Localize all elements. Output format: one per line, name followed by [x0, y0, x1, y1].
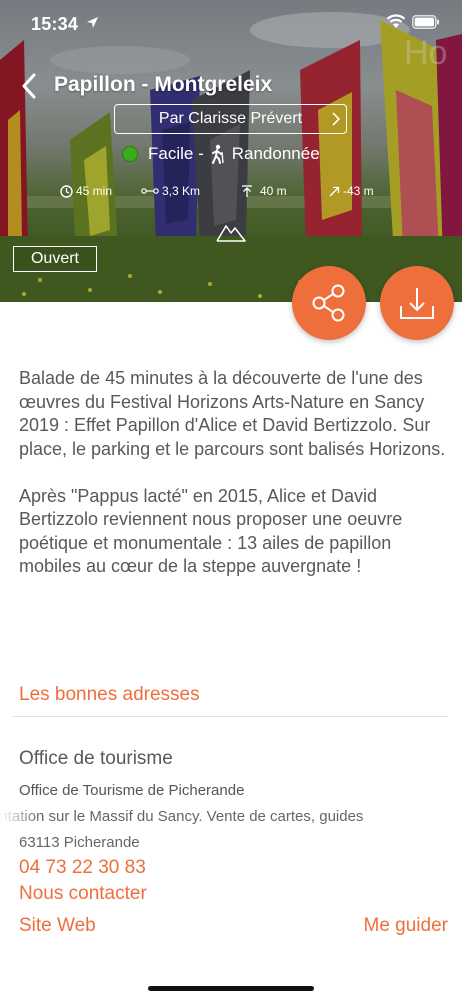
- stat-ascent: 40 m: [241, 184, 287, 198]
- clock-icon: [60, 184, 73, 198]
- ascent-value: 40 m: [260, 184, 287, 198]
- ascent-icon: [242, 184, 252, 197]
- difficulty-row: Facile - Randonnée: [122, 144, 320, 164]
- office-name: Office de Tourisme de Picherande: [19, 782, 245, 799]
- stat-descent: -43 m: [329, 184, 374, 198]
- share-icon: [312, 284, 345, 322]
- author-prefix: Par: [158, 110, 184, 127]
- status-bar: 15:34: [0, 0, 462, 48]
- chevron-right-icon: [332, 112, 340, 126]
- distance-value: 3,3 Km: [162, 184, 201, 198]
- office-description-ticker: entation sur le Massif du Sancy. Vente d…: [0, 808, 440, 830]
- stat-duration: 45 min: [60, 184, 112, 198]
- duration-value: 45 min: [76, 184, 113, 198]
- divider: [12, 716, 448, 717]
- clock: 15:34: [31, 14, 79, 34]
- back-button[interactable]: [14, 70, 44, 102]
- download-icon: [400, 288, 434, 319]
- descent-value: -43 m: [343, 184, 374, 198]
- difficulty-dot-icon: [122, 146, 138, 162]
- mountains-icon: [216, 224, 246, 242]
- guide-me-link[interactable]: Me guider: [364, 915, 449, 937]
- trail-description: Balade de 45 minutes à la découverte de …: [19, 367, 449, 579]
- page-title: Papillon - Montgreleix: [54, 73, 273, 96]
- download-button[interactable]: [380, 266, 454, 340]
- author-name: Clarisse Prévert: [188, 110, 303, 127]
- contact-link[interactable]: Nous contacter: [19, 883, 147, 905]
- description-paragraph: Balade de 45 minutes à la découverte de …: [19, 368, 446, 459]
- battery-icon: [412, 14, 439, 29]
- stat-distance: 3,3 Km: [141, 184, 200, 198]
- description-paragraph: Après "Pappus lacté" en 2015, Alice et D…: [19, 485, 403, 577]
- activity-label: Randonnée: [231, 144, 320, 163]
- office-category: Office de tourisme: [19, 748, 173, 769]
- hero-banner: Ho 15:34 Papillon - Montgreleix Par Clar…: [0, 0, 462, 302]
- hiker-icon: [211, 144, 224, 164]
- chevron-left-icon: [22, 73, 36, 99]
- location-arrow-icon: [87, 17, 98, 28]
- stats-row: 45 min 3,3 Km 40 m -43 m: [0, 184, 462, 202]
- website-link[interactable]: Site Web: [19, 915, 96, 937]
- phone-link[interactable]: 04 73 22 30 83: [19, 857, 146, 879]
- author-button[interactable]: Par Clarisse Prévert: [114, 104, 347, 134]
- status-badge: Ouvert: [13, 246, 97, 272]
- home-indicator[interactable]: [148, 986, 314, 991]
- descent-icon: [329, 186, 340, 196]
- good-addresses-title: Les bonnes adresses: [19, 684, 200, 705]
- wifi-icon: [386, 14, 406, 28]
- difficulty-label: Facile -: [148, 144, 204, 163]
- office-description: entation sur le Massif du Sancy. Vente d…: [0, 808, 364, 825]
- distance-icon: [141, 188, 159, 194]
- office-address: 63113 Picherande: [19, 834, 140, 851]
- share-button[interactable]: [292, 266, 366, 340]
- status-icons: [386, 14, 440, 29]
